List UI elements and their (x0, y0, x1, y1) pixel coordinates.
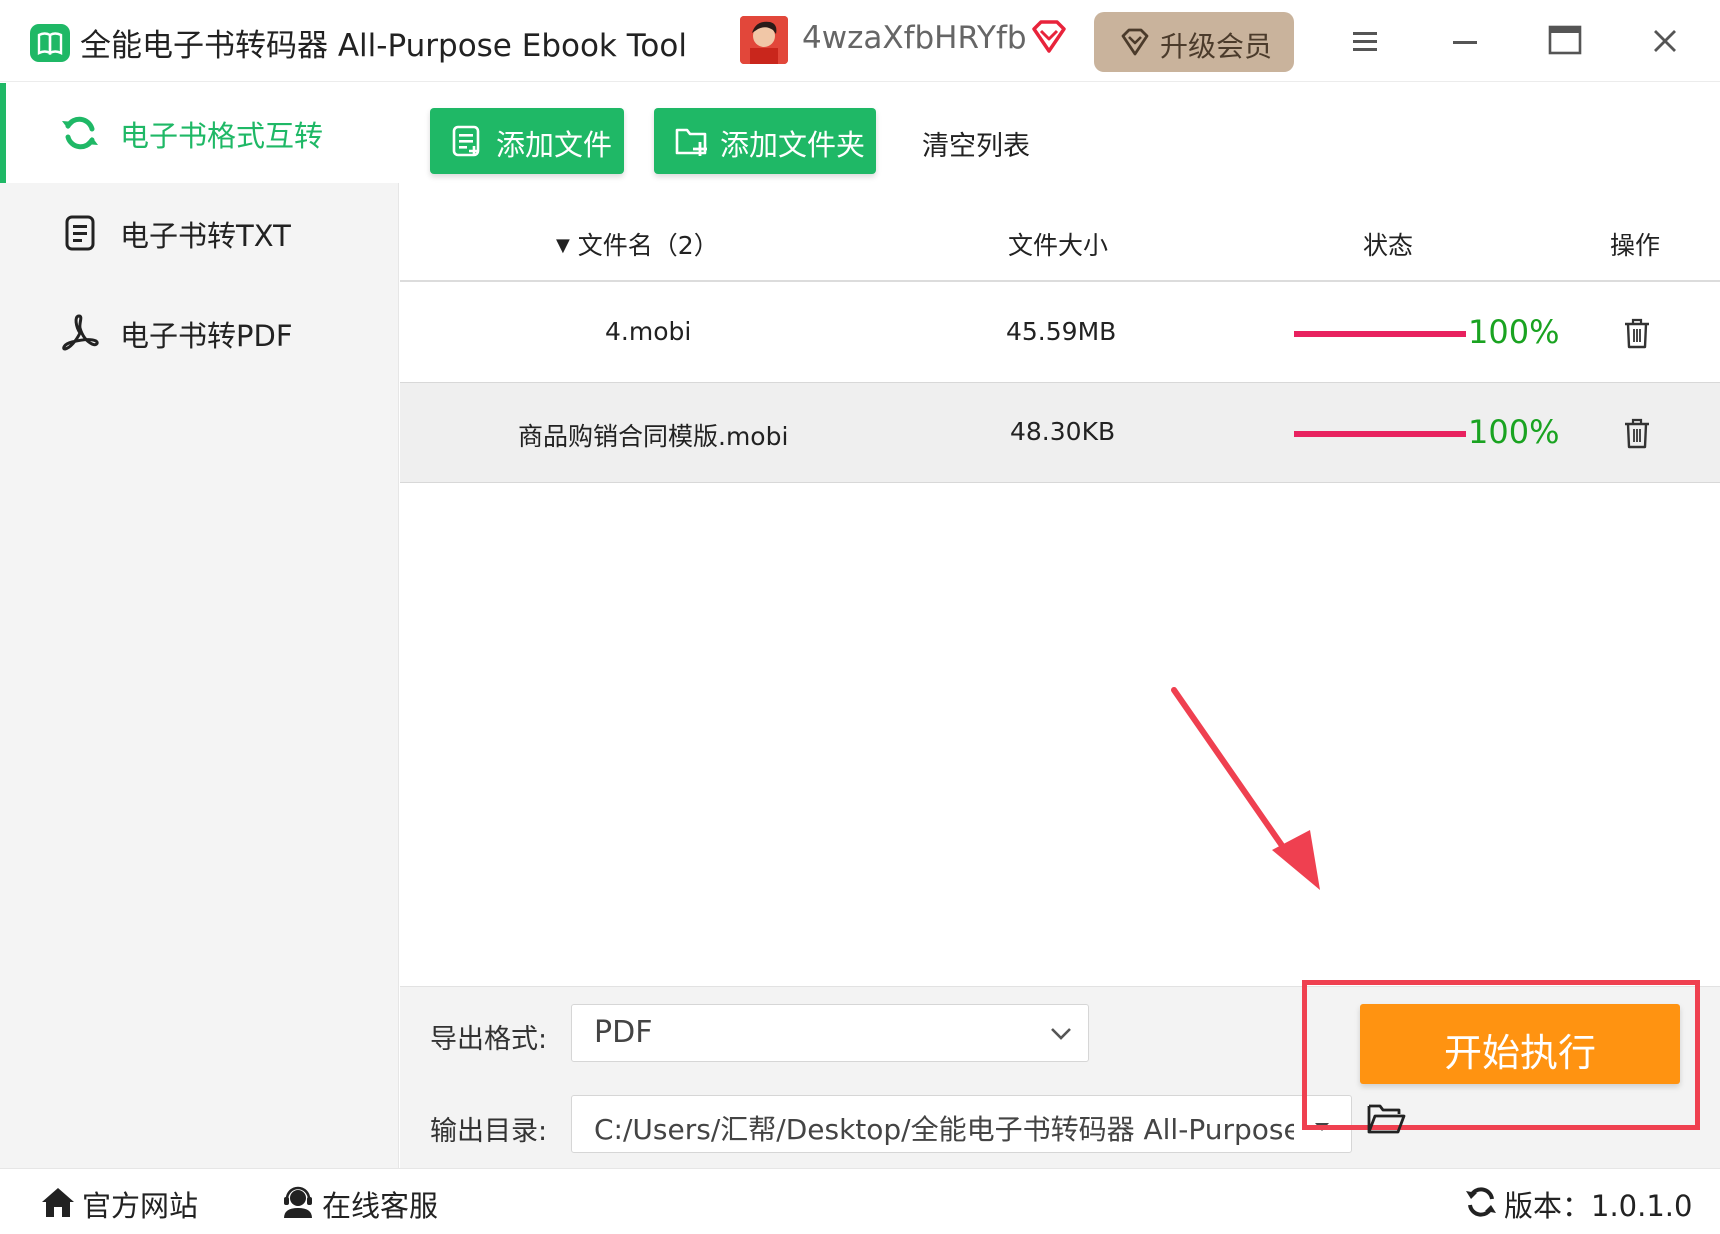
official-website-link[interactable]: 官方网站 (40, 1183, 220, 1223)
close-button[interactable] (1640, 18, 1690, 64)
hamburger-icon (1353, 32, 1377, 51)
progress-percent: 100% (1468, 313, 1560, 351)
file-name: 4.mobi (605, 317, 692, 346)
progress-fill (1294, 331, 1466, 337)
sidebar-item-to-pdf[interactable]: 电子书转PDF (0, 283, 399, 383)
progress-fill (1294, 431, 1466, 437)
sidebar-item-label: 电子书格式互转 (120, 119, 324, 153)
online-support-link[interactable]: 在线客服 (280, 1183, 460, 1223)
open-folder-icon[interactable] (1366, 1100, 1406, 1136)
minimize-icon (1453, 41, 1477, 44)
username: 4wzaXfbHRYfb (802, 20, 1027, 56)
add-folder-button[interactable]: 添加文件夹 (654, 108, 876, 174)
title-bar: 全能电子书转码器 All-Purpose Ebook Tool 4wzaXfbH… (0, 0, 1720, 82)
add-folder-label: 添加文件夹 (720, 128, 866, 162)
version-label: 版本：1.0.1.0 (1504, 1189, 1693, 1223)
output-dir-label: 输出目录: (430, 1116, 548, 1147)
support-label: 在线客服 (322, 1189, 439, 1223)
minimize-button[interactable] (1440, 18, 1490, 64)
vip-diamond-icon (1030, 20, 1068, 58)
filename-header-label: 文件名（2） (577, 231, 719, 260)
add-folder-icon (675, 128, 707, 156)
sort-filename-header[interactable]: ▼ 文件名（2） (556, 226, 719, 262)
upgrade-vip-button[interactable]: 升级会员 (1094, 12, 1294, 72)
support-agent-icon (284, 1186, 312, 1218)
footer: 官方网站 在线客服 版本：1.0.1.0 (0, 1168, 1720, 1234)
app-title: 全能电子书转码器 All-Purpose Ebook Tool (80, 28, 687, 64)
refresh-icon (62, 116, 98, 150)
progress-bar (1294, 331, 1466, 337)
table-row[interactable]: 4.mobi 45.59MB 100% (400, 283, 1720, 383)
maximize-button[interactable] (1540, 18, 1590, 64)
document-icon (65, 215, 95, 251)
export-format-value: PDF (594, 1015, 653, 1050)
export-format-select[interactable]: PDF (571, 1004, 1089, 1062)
output-dir-value: C:/Users/汇帮/Desktop/全能电子书转码器 All-Purpose… (594, 1113, 1294, 1146)
status-header: 状态 (1363, 231, 1414, 260)
user-avatar[interactable] (740, 16, 788, 64)
version-info: 版本：1.0.1.0 (1464, 1183, 1692, 1223)
sidebar-item-label: 电子书转PDF (120, 319, 293, 353)
size-header: 文件大小 (1008, 231, 1109, 260)
pdf-icon (62, 314, 99, 351)
table-row[interactable]: 商品购销合同模版.mobi 48.30KB 100% (400, 383, 1720, 483)
delete-icon[interactable] (1622, 417, 1652, 449)
file-size: 45.59MB (1006, 317, 1117, 346)
action-header: 操作 (1610, 231, 1661, 260)
sort-down-icon: ▼ (556, 235, 570, 256)
export-format-label: 导出格式: (430, 1024, 548, 1055)
progress-percent: 100% (1468, 413, 1560, 451)
maximize-icon (1548, 25, 1582, 55)
start-button[interactable]: 开始执行 (1360, 1004, 1680, 1084)
website-label: 官方网站 (82, 1189, 199, 1223)
update-icon (1466, 1187, 1496, 1217)
app-logo-icon (30, 24, 70, 62)
close-icon (1654, 30, 1676, 52)
chevron-down-icon (1051, 1028, 1071, 1040)
sidebar-item-label: 电子书转TXT (120, 219, 291, 253)
file-table-header: ▼ 文件名（2） 文件大小 状态 操作 (400, 200, 1720, 282)
clear-list-button[interactable]: 清空列表 (922, 124, 1030, 163)
add-file-button[interactable]: 添加文件 (430, 108, 624, 174)
file-name: 商品购销合同模版.mobi (518, 422, 789, 451)
vip-icon (1121, 28, 1149, 56)
output-dir-select[interactable]: C:/Users/汇帮/Desktop/全能电子书转码器 All-Purpose… (571, 1095, 1352, 1153)
add-file-icon (452, 125, 480, 157)
add-file-label: 添加文件 (496, 128, 613, 162)
start-label: 开始执行 (1443, 1031, 1596, 1075)
delete-icon[interactable] (1622, 317, 1652, 349)
file-size: 48.30KB (1010, 417, 1116, 446)
menu-button[interactable] (1340, 18, 1390, 64)
sidebar-item-to-txt[interactable]: 电子书转TXT (0, 183, 399, 283)
sidebar: 电子书格式互转 电子书转TXT 电子书转PDF (0, 83, 399, 1168)
annotation-arrow (1171, 687, 1320, 890)
upgrade-label: 升级会员 (1160, 30, 1273, 63)
sidebar-item-format-convert[interactable]: 电子书格式互转 (0, 83, 399, 183)
home-icon (42, 1188, 74, 1217)
progress-bar (1294, 431, 1466, 437)
